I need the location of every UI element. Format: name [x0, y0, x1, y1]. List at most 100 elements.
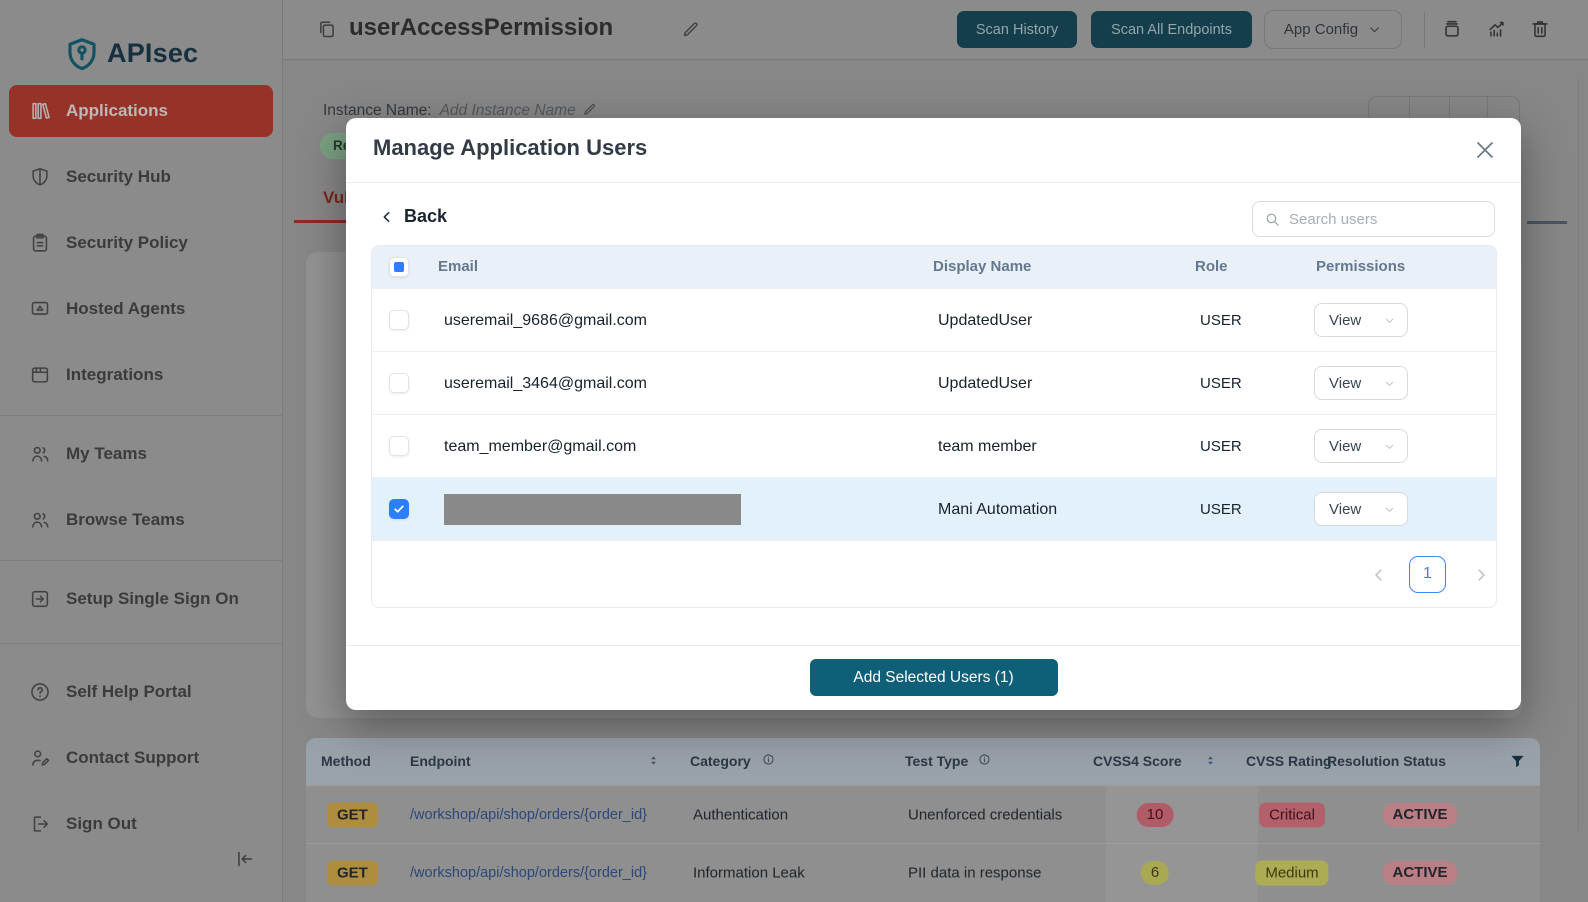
sidebar-item-applications[interactable]: Applications [9, 85, 273, 137]
trash-button[interactable] [1528, 18, 1552, 42]
col-email: Email [438, 258, 478, 275]
redacted-email [444, 494, 741, 525]
endpoint-link[interactable]: /workshop/api/shop/orders/{order_id} [410, 865, 647, 881]
sidebar-item-security-policy[interactable]: Security Policy [9, 217, 273, 269]
user-table-body: useremail_9686@gmail.comUpdatedUserUSERV… [372, 288, 1496, 540]
scan-history-button[interactable]: Scan History [957, 11, 1077, 48]
edit-instance-icon[interactable] [582, 102, 597, 117]
user-email: team_member@gmail.com [444, 415, 636, 478]
user-display-name: team member [938, 415, 1037, 478]
select-all-checkbox[interactable] [389, 257, 409, 277]
pagination-prev-icon[interactable] [1370, 566, 1388, 584]
sidebar-item-browse-teams[interactable]: Browse Teams [9, 494, 273, 546]
scan-all-endpoints-button[interactable]: Scan All Endpoints [1091, 11, 1252, 48]
cvss-rating-badge: Critical [1259, 802, 1325, 827]
permissions-value: View [1329, 438, 1361, 455]
person-edit-icon [29, 747, 51, 769]
sidebar-item-label: Setup Single Sign On [66, 589, 239, 609]
test-type-info-icon[interactable] [978, 753, 991, 766]
method-badge: GET [327, 802, 378, 827]
sidebar-item-label: My Teams [66, 444, 147, 464]
user-role: USER [1200, 478, 1242, 541]
modal-title: Manage Application Users [373, 135, 647, 161]
back-button[interactable]: Back [379, 206, 447, 227]
archive-button[interactable] [1440, 18, 1464, 42]
sidebar-item-my-teams[interactable]: My Teams [9, 428, 273, 480]
sidebar-item-label: Hosted Agents [66, 299, 185, 319]
permissions-value: View [1329, 312, 1361, 329]
sidebar-collapse-button[interactable] [232, 848, 256, 872]
sidebar-item-label: Sign Out [66, 814, 137, 834]
row-checkbox[interactable] [389, 373, 409, 393]
sort-endpoint-icon[interactable] [646, 753, 661, 768]
user-row: useremail_3464@gmail.comUpdatedUserUSERV… [372, 351, 1496, 414]
category-cell: Authentication [693, 806, 788, 823]
row-checkbox[interactable] [389, 310, 409, 330]
sso-icon [29, 588, 51, 610]
col-method: Method [321, 753, 371, 769]
row-checkbox[interactable] [389, 499, 409, 519]
sidebar-item-label: Applications [66, 101, 168, 121]
add-selected-users-button[interactable]: Add Selected Users (1) [810, 659, 1058, 696]
user-row: team_member@gmail.comteam memberUSERView [372, 414, 1496, 477]
col-category: Category [690, 753, 751, 769]
topbar: userAccessPermission Scan History Scan A… [283, 0, 1588, 60]
page-title: userAccessPermission [349, 14, 613, 42]
sidebar-nav: Applications Security Hub Security Policy H… [0, 85, 282, 850]
chevron-down-icon [1383, 503, 1396, 516]
user-email: useremail_9686@gmail.com [444, 289, 647, 352]
endpoint-link[interactable]: /workshop/api/shop/orders/{order_id} [410, 807, 647, 823]
sign-out-icon [29, 813, 51, 835]
back-label: Back [404, 206, 447, 227]
col-role: Role [1195, 258, 1228, 275]
user-email: useremail_3464@gmail.com [444, 352, 647, 415]
sidebar-item-security-hub[interactable]: Security Hub [9, 151, 273, 203]
instance-name-placeholder: Add Instance Name [440, 102, 576, 119]
window-icon [29, 364, 51, 386]
sort-cvss4-score-icon[interactable] [1203, 753, 1218, 768]
shield-icon [29, 166, 51, 188]
analytics-button[interactable] [1484, 18, 1508, 42]
edit-title-icon[interactable] [681, 20, 700, 39]
cvss-rating-badge: Medium [1255, 860, 1328, 885]
sidebar-item-label: Browse Teams [66, 510, 185, 530]
permissions-select[interactable]: View [1314, 492, 1408, 526]
sidebar-item-self-help-portal[interactable]: Self Help Portal [9, 666, 273, 718]
sidebar-item-integrations[interactable]: Integrations [9, 349, 273, 401]
permissions-value: View [1329, 501, 1361, 518]
pagination-next-icon[interactable] [1472, 566, 1490, 584]
sidebar-item-hosted-agents[interactable]: Hosted Agents [9, 283, 273, 335]
category-info-icon[interactable] [762, 753, 775, 766]
filter-funnel-icon[interactable] [1509, 753, 1526, 770]
test-type-cell: Unenforced credentials [908, 806, 1062, 823]
sidebar-item-setup-single-sign-on[interactable]: Setup Single Sign On [9, 573, 273, 625]
user-row: Mani AutomationUSERView [372, 477, 1496, 540]
sidebar-item-label: Self Help Portal [66, 682, 192, 702]
resolution-status-badge: ACTIVE [1382, 861, 1457, 885]
search-input[interactable] [1289, 202, 1489, 236]
pagination: 1 [372, 540, 1496, 608]
vuln-row: GET/workshop/api/shop/orders/{order_id} A… [306, 785, 1540, 843]
close-icon[interactable] [1473, 138, 1497, 162]
category-cell: Information Leak [693, 864, 805, 881]
topbar-divider [1424, 12, 1425, 48]
permissions-select[interactable]: View [1314, 366, 1408, 400]
permissions-select[interactable]: View [1314, 429, 1408, 463]
instance-name-label: Instance Name: [323, 102, 432, 119]
col-endpoint: Endpoint [410, 753, 471, 769]
chevron-down-icon [1383, 440, 1396, 453]
background-divider-vertical [1578, 78, 1579, 830]
trash-icon [1529, 18, 1551, 40]
row-checkbox[interactable] [389, 436, 409, 456]
app-config-dropdown[interactable]: App Config [1264, 10, 1402, 49]
permissions-select[interactable]: View [1314, 303, 1408, 337]
cvss-score-badge: 10 [1137, 803, 1174, 827]
pagination-page-1[interactable]: 1 [1409, 556, 1446, 593]
sidebar-item-label: Integrations [66, 365, 163, 385]
sidebar-divider [0, 415, 282, 416]
copy-title-icon[interactable] [316, 19, 337, 40]
test-type-cell: PII data in response [908, 864, 1041, 881]
sidebar-item-contact-support[interactable]: Contact Support [9, 732, 273, 784]
sidebar-item-label: Contact Support [66, 748, 199, 768]
sidebar-item-sign-out[interactable]: Sign Out [9, 798, 273, 850]
